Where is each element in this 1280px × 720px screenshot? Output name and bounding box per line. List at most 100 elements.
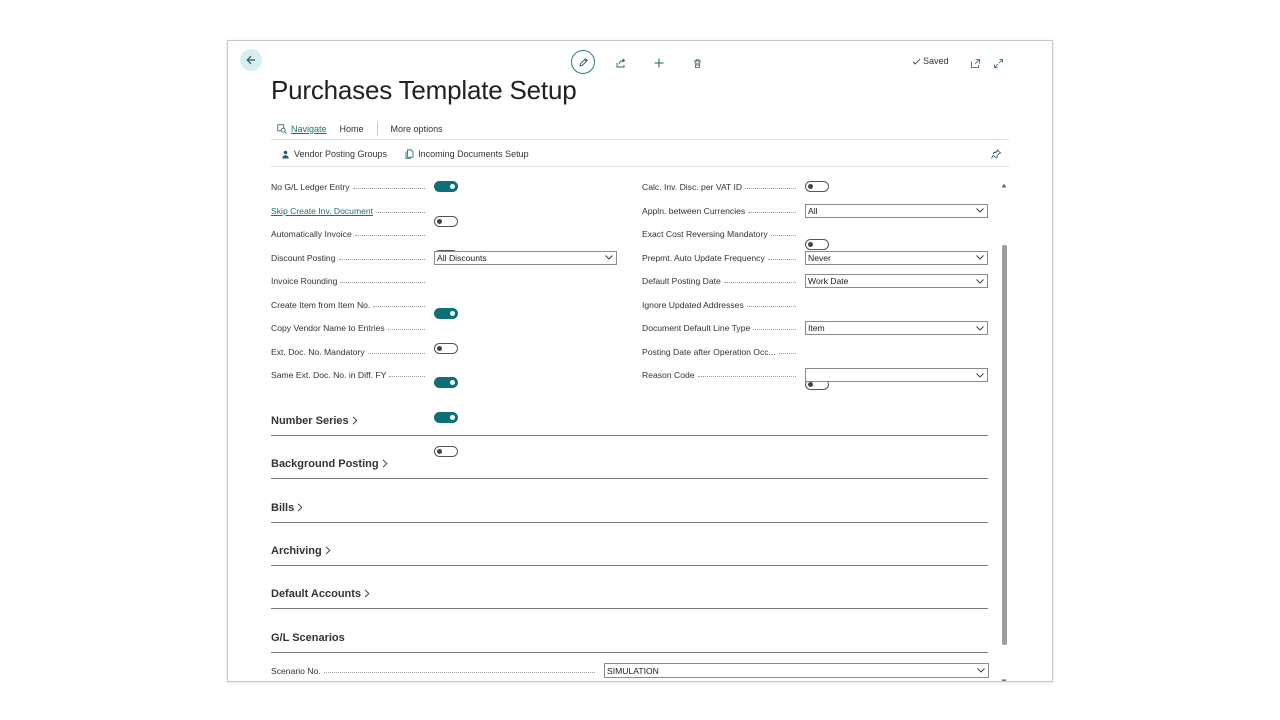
more-options-action[interactable]: More options: [384, 124, 450, 134]
right-field-column: Calc. Inv. Disc. per VAT ID Appln. betwe…: [642, 180, 988, 390]
appln-between-currencies-select[interactable]: All: [805, 203, 988, 218]
chevron-down-icon: [976, 208, 984, 213]
field-label: Ignore Updated Addresses: [642, 298, 802, 312]
section-title: Archiving: [271, 545, 322, 557]
chevron-down-icon: [977, 668, 985, 673]
navigate-action[interactable]: Navigate: [271, 124, 333, 134]
divider: [271, 166, 1009, 167]
open-in-new-window-icon: [970, 58, 980, 68]
section-bills[interactable]: Bills: [271, 502, 988, 523]
field-label: Posting Date after Operation Occ...: [642, 345, 802, 359]
create-item-from-item-no-toggle[interactable]: [434, 342, 458, 354]
setup-page-panel: Saved Purchases Template Setup Navigate …: [227, 40, 1053, 682]
section-gl-scenarios[interactable]: G/L Scenarios: [271, 632, 988, 653]
vendor-posting-groups-label: Vendor Posting Groups: [294, 149, 388, 159]
saved-label: Saved: [923, 56, 949, 66]
pencil-icon: [578, 57, 588, 67]
vendor-posting-groups-action[interactable]: Vendor Posting Groups: [281, 149, 387, 159]
field-label: Create Item from Item No.: [271, 298, 431, 312]
section-title: Background Posting: [271, 458, 379, 470]
field-label: No G/L Ledger Entry: [271, 180, 431, 194]
field-label: Same Ext. Doc. No. in Diff. FY: [271, 368, 431, 382]
section-title: Number Series: [271, 415, 349, 427]
open-new-window-button[interactable]: [963, 51, 987, 75]
promoted-actions-bar: Vendor Posting Groups Incoming Documents…: [271, 145, 1009, 163]
edit-button[interactable]: [571, 50, 595, 74]
expand-icon: [993, 58, 1003, 68]
trash-icon: [693, 58, 701, 68]
incoming-documents-setup-label: Incoming Documents Setup: [418, 149, 529, 159]
field-label: Reason Code: [642, 368, 802, 382]
person-icon: [282, 150, 289, 158]
chevron-down-icon: [976, 325, 984, 331]
action-divider: [376, 122, 378, 136]
navigate-icon: [277, 124, 287, 134]
field-label: Default Posting Date: [642, 274, 802, 288]
page-title: Purchases Template Setup: [271, 75, 577, 105]
exact-cost-reversing-toggle[interactable]: [805, 239, 829, 250]
scrollbar-thumb[interactable]: [1002, 245, 1007, 645]
field-label: Invoice Rounding: [271, 274, 431, 288]
scenario-no-select[interactable]: SIMULATION: [604, 663, 989, 678]
field-label: Copy Vendor Name to Entries: [271, 321, 431, 335]
delete-button[interactable]: [685, 51, 709, 75]
documents-icon: [405, 149, 414, 159]
skip-create-inv-document-toggle[interactable]: [434, 215, 458, 227]
new-button[interactable]: [647, 51, 671, 75]
invoice-rounding-toggle[interactable]: [434, 308, 458, 319]
chevron-down-icon: [605, 255, 613, 260]
chevron-down-icon: [976, 372, 984, 378]
field-label: Automatically Invoice: [271, 227, 431, 241]
action-bar: Navigate Home More options: [271, 121, 450, 137]
prepmt-auto-update-select[interactable]: Never: [805, 250, 988, 265]
field-label: Calc. Inv. Disc. per VAT ID: [642, 180, 802, 194]
scroll-up-arrow[interactable]: [1001, 175, 1007, 193]
chevron-right-icon: [382, 459, 388, 468]
chevron-down-icon: [976, 255, 984, 260]
document-default-line-type-select[interactable]: Item: [805, 321, 988, 335]
section-default-accounts[interactable]: Default Accounts: [271, 588, 988, 609]
reason-code-select[interactable]: [805, 368, 988, 382]
field-label: Ext. Doc. No. Mandatory: [271, 345, 431, 359]
share-button[interactable]: [609, 51, 633, 75]
section-title: Default Accounts: [271, 588, 362, 600]
incoming-documents-setup-action[interactable]: Incoming Documents Setup: [405, 149, 529, 159]
arrow-left-icon: [246, 55, 255, 65]
chevron-right-icon: [325, 546, 331, 555]
field-label: Exact Cost Reversing Mandatory: [642, 227, 802, 241]
home-action[interactable]: Home: [333, 124, 371, 134]
scroll-down-arrow[interactable]: [1001, 671, 1007, 681]
field-label: Document Default Line Type: [642, 321, 802, 335]
section-number-series[interactable]: Number Series: [271, 415, 988, 436]
chevron-right-icon: [352, 416, 358, 425]
pin-icon: [991, 149, 1002, 159]
share-icon: [616, 58, 626, 68]
field-label: Scenario No.: [271, 664, 601, 678]
calc-inv-disc-toggle[interactable]: [805, 181, 829, 192]
caret-down-icon: [1001, 679, 1007, 681]
field-label: Discount Posting: [271, 251, 431, 265]
left-field-column: No G/L Ledger Entry Skip Create Inv. Doc…: [271, 180, 617, 457]
discount-posting-select[interactable]: All Discounts: [434, 250, 617, 265]
same-ext-doc-no-toggle[interactable]: [434, 446, 458, 457]
section-title: G/L Scenarios: [271, 632, 345, 644]
skip-create-inv-document-link[interactable]: Skip Create Inv. Document: [271, 204, 431, 218]
expand-button[interactable]: [986, 51, 1010, 75]
caret-up-icon: [1001, 183, 1007, 188]
plus-icon: [654, 58, 664, 68]
chevron-right-icon: [364, 589, 370, 598]
pin-button[interactable]: [990, 147, 1002, 165]
section-archiving[interactable]: Archiving: [271, 545, 988, 566]
saved-status: Saved: [912, 56, 949, 66]
section-background-posting[interactable]: Background Posting: [271, 458, 988, 479]
chevron-right-icon: [297, 503, 303, 512]
no-gl-ledger-entry-toggle[interactable]: [434, 181, 458, 192]
back-button[interactable]: [240, 49, 262, 71]
chevron-down-icon: [976, 278, 984, 284]
field-label: Appln. between Currencies: [642, 204, 802, 218]
navigate-label: Navigate: [291, 124, 327, 134]
default-posting-date-select[interactable]: Work Date: [805, 274, 988, 288]
copy-vendor-name-toggle[interactable]: [434, 377, 458, 388]
divider: [271, 139, 1009, 140]
field-label: Prepmt. Auto Update Frequency: [642, 251, 802, 265]
